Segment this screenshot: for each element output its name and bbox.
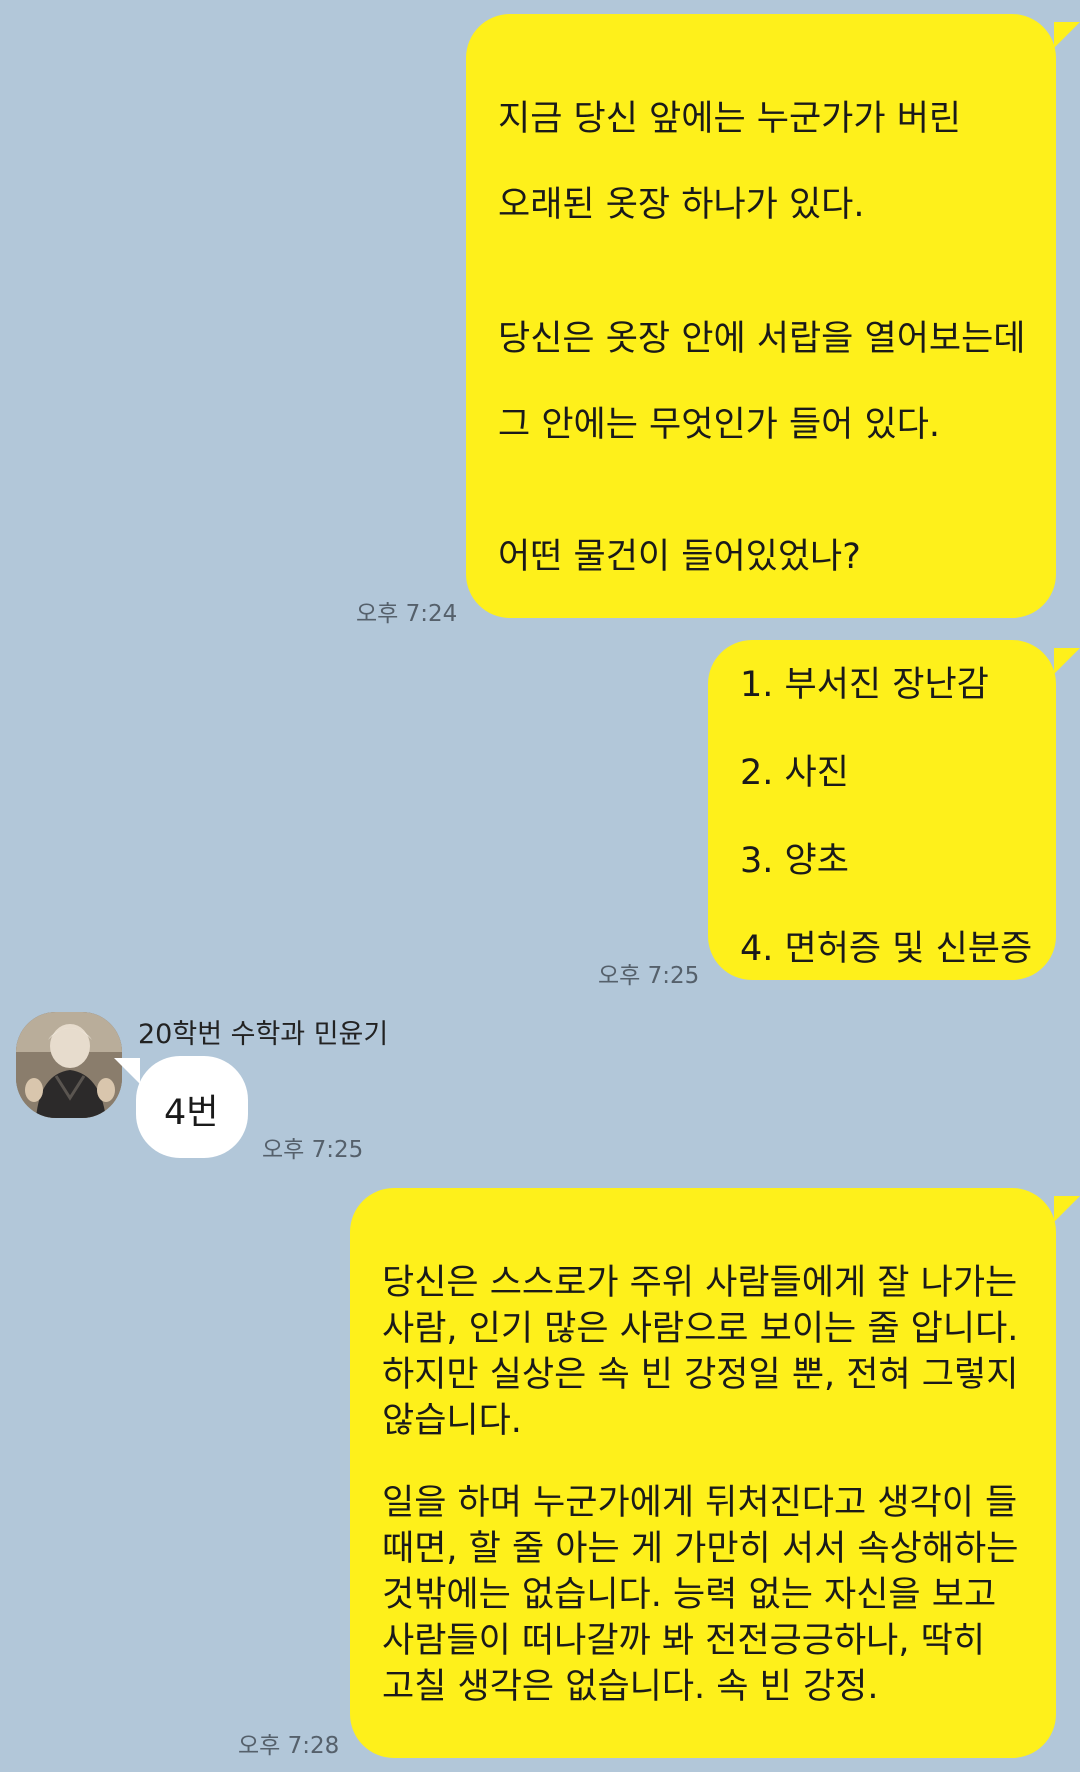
message-text-line: 3. 양초 [740,841,849,881]
message-text-line: 일을 하며 누군가에게 뒤처진다고 생각이 들 [382,1483,1018,1523]
message-time: 오후 7:24 [356,601,458,627]
message-bubble-3[interactable]: 4번 [136,1056,248,1158]
message-text-line: 2. 사진 [740,753,849,793]
sender-name: 20학번 수학과 민윤기 [138,1019,389,1050]
message-time: 오후 7:28 [238,1733,340,1759]
message-text-line: 사람, 인기 많은 사람으로 보이는 줄 압니다. [382,1309,1019,1349]
bubble-tail [1054,1196,1080,1222]
message-text-line: 당신은 옷장 안에 서랍을 열어보는데 [498,319,1026,359]
bubble-tail [1054,648,1080,674]
message-text-line: 그 안에는 무엇인가 들어 있다. [498,405,941,445]
message-time: 오후 7:25 [598,963,700,989]
message-text-line: 하지만 실상은 속 빈 강정일 뿐, 전혀 그렇지 [382,1355,1019,1395]
message-text-line: 어떤 물건이 들어있었나? [498,537,861,577]
message-bubble-4[interactable]: 당신은 스스로가 주위 사람들에게 잘 나가는 사람, 인기 많은 사람으로 보… [350,1188,1056,1758]
message-text-line: 1. 부서진 장난감 [740,665,989,705]
message-text-line: 4번 [164,1093,219,1133]
message-time: 오후 7:25 [262,1137,364,1163]
profile-photo-icon [16,1012,122,1118]
message-text-line: 지금 당신 앞에는 누군가가 버린 [498,99,962,139]
bubble-tail [114,1058,140,1084]
avatar[interactable] [16,1012,122,1118]
message-text-line: 당신은 스스로가 주위 사람들에게 잘 나가는 [382,1263,1018,1303]
message-text-line: 때면, 할 줄 아는 게 가만히 서서 속상해하는 [382,1529,1019,1569]
message-text-line: 것밖에는 없습니다. 능력 없는 자신을 보고 [382,1575,997,1615]
message-text-line: 오래된 옷장 하나가 있다. [498,185,865,225]
message-text-line: 사람들이 떠나갈까 봐 전전긍긍하나, 딱히 [382,1621,986,1661]
message-text-line: 4. 면허증 및 신분증 [740,929,1033,969]
message-bubble-1[interactable]: 지금 당신 앞에는 누군가가 버린 오래된 옷장 하나가 있다. 당신은 옷장 … [466,14,1056,618]
message-bubble-2[interactable]: 1. 부서진 장난감 2. 사진 3. 양초 4. 면허증 및 신분증 [708,640,1056,980]
message-text-line: 고칠 생각은 없습니다. 속 빈 강정. [382,1667,879,1707]
message-text-line: 않습니다. [382,1401,522,1441]
bubble-tail [1054,22,1080,48]
